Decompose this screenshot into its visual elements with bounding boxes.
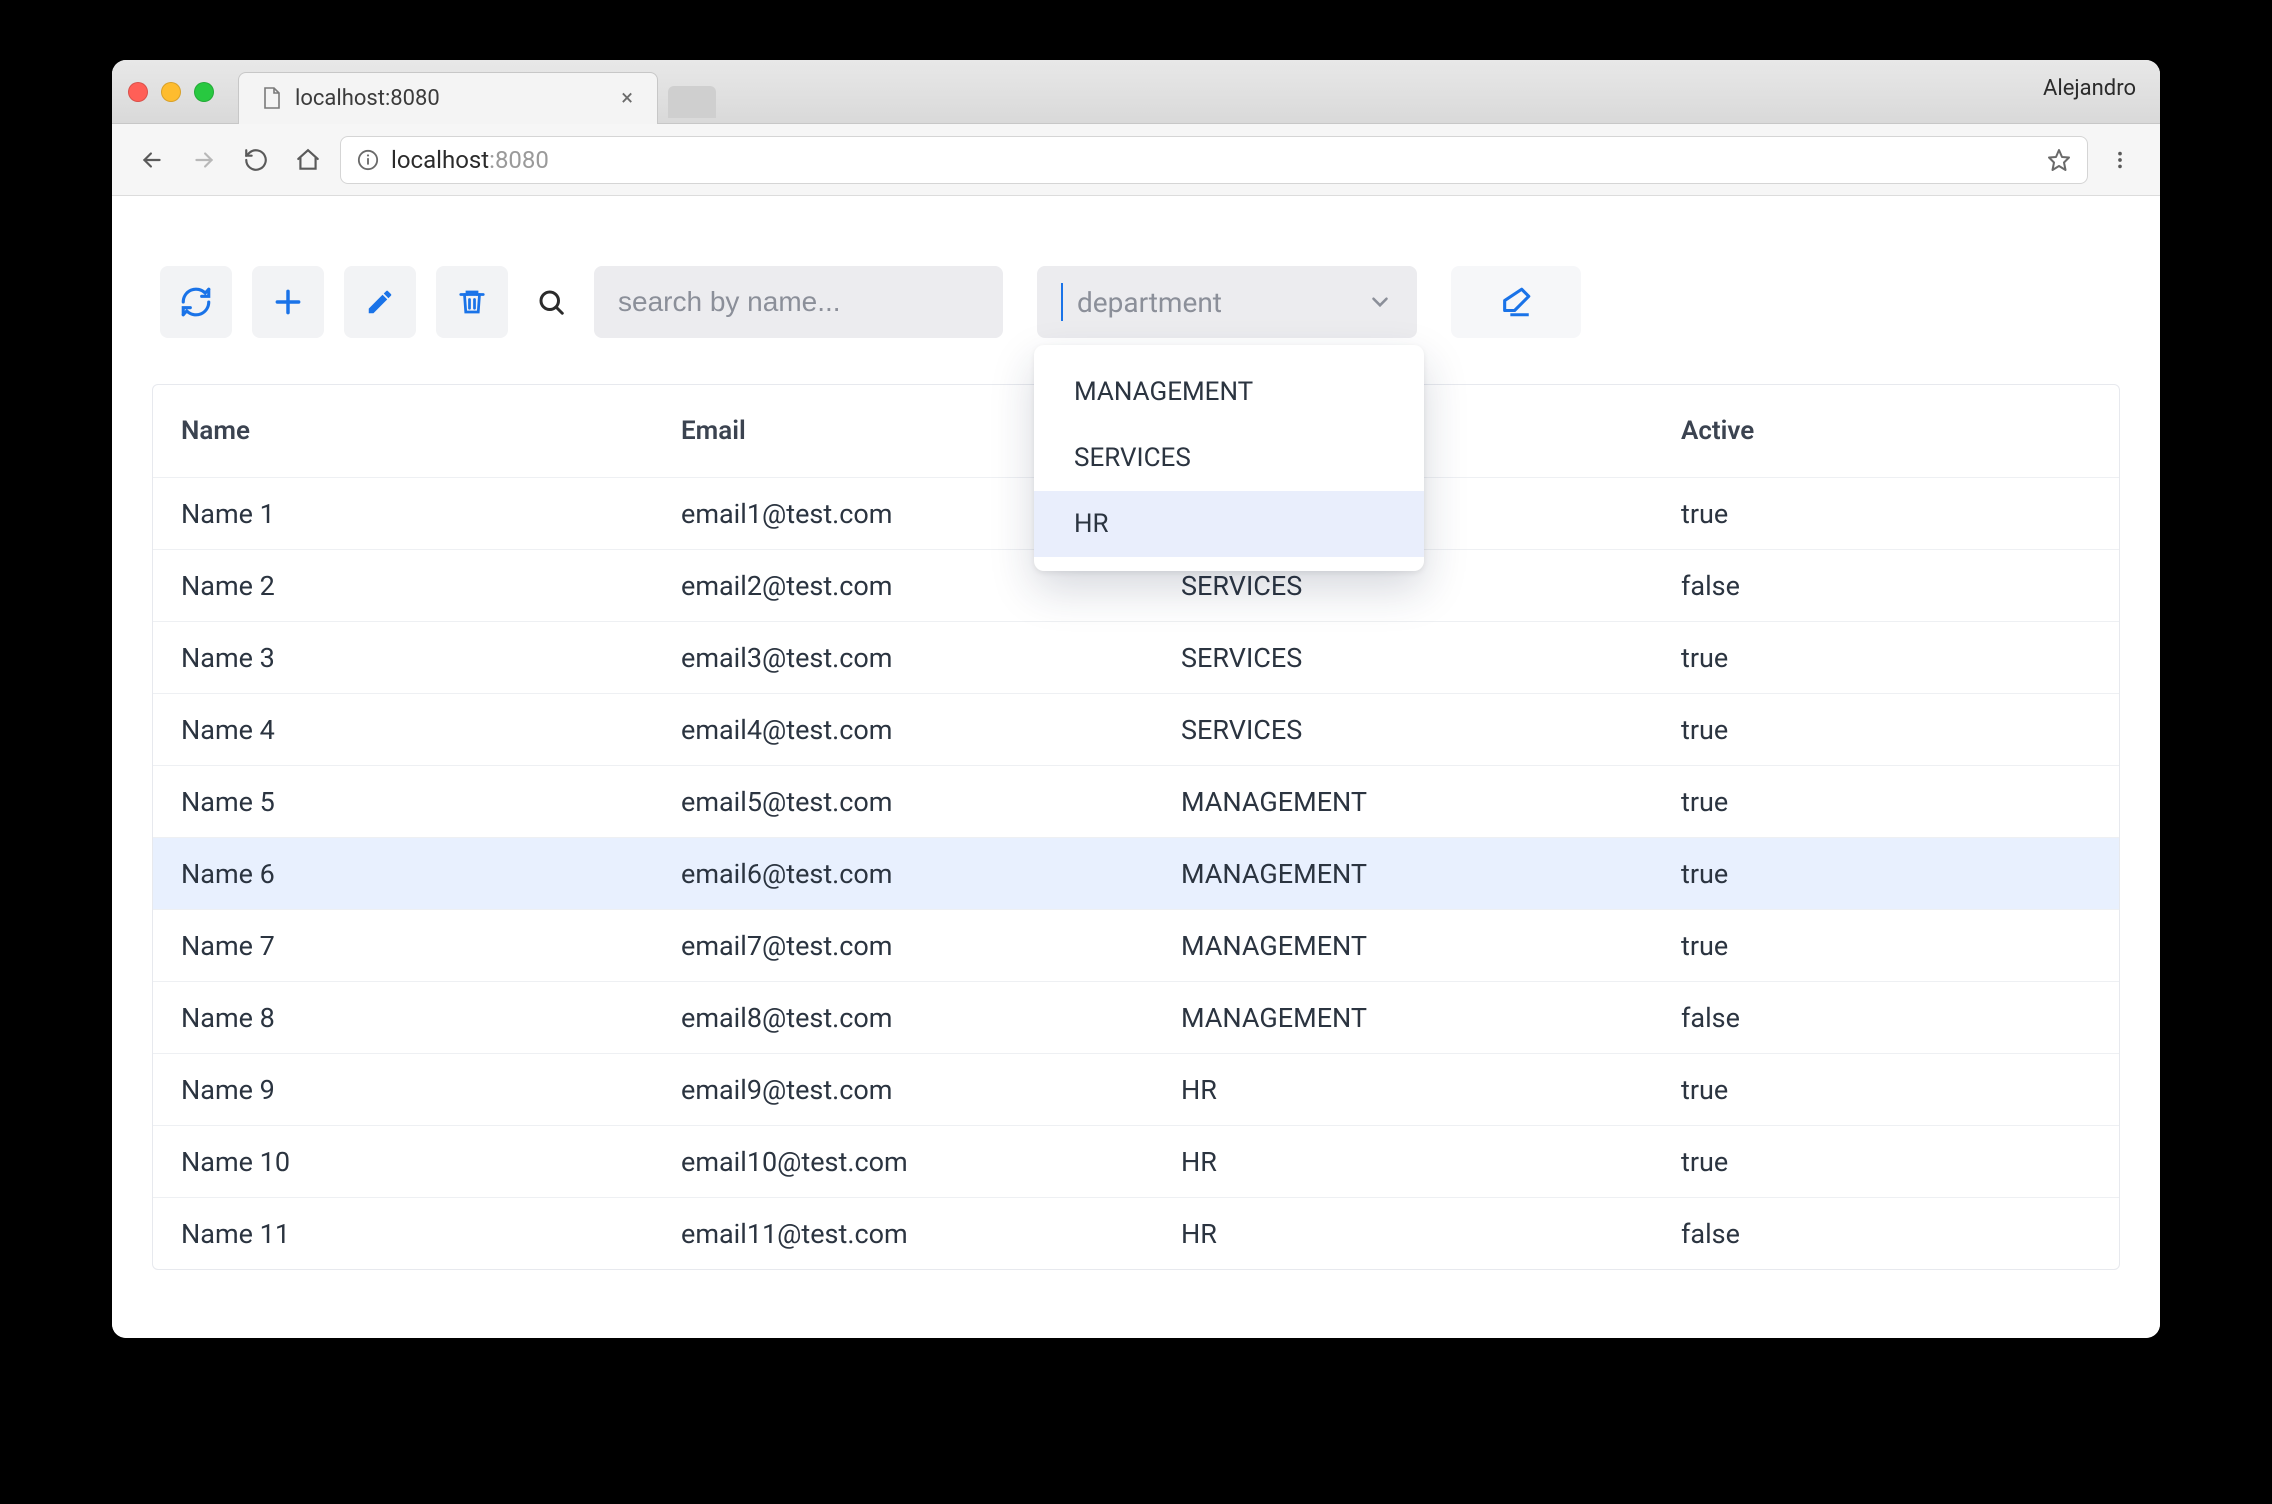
col-name[interactable]: Name (173, 416, 673, 446)
close-tab-button[interactable]: × (615, 86, 639, 111)
new-tab-button[interactable] (668, 86, 716, 118)
table-row[interactable]: Name 11email11@test.comHRfalse (153, 1197, 2119, 1269)
maximize-window-button[interactable] (194, 82, 214, 102)
home-button[interactable] (288, 140, 328, 180)
department-option[interactable]: SERVICES (1034, 425, 1424, 491)
page-content: department MANAGEMENTSERVICESHR Name Ema… (112, 196, 2160, 1338)
minimize-window-button[interactable] (161, 82, 181, 102)
cell-email: email2@test.com (673, 570, 1173, 602)
cell-department: SERVICES (1173, 570, 1673, 602)
cell-name: Name 10 (173, 1146, 673, 1178)
search-icon (528, 266, 574, 338)
cell-department: MANAGEMENT (1173, 786, 1673, 818)
cell-email: email6@test.com (673, 858, 1173, 890)
refresh-button[interactable] (160, 266, 232, 338)
cell-email: email3@test.com (673, 642, 1173, 674)
close-window-button[interactable] (128, 82, 148, 102)
table-row[interactable]: Name 6email6@test.comMANAGEMENTtrue (153, 837, 2119, 909)
url-text: localhost:8080 (391, 146, 549, 174)
file-icon (261, 87, 283, 109)
department-option[interactable]: HR (1034, 491, 1424, 557)
cell-active: true (1673, 642, 2099, 674)
cell-active: true (1673, 1146, 2099, 1178)
clear-filters-button[interactable] (1451, 266, 1581, 338)
cell-email: email5@test.com (673, 786, 1173, 818)
reload-button[interactable] (236, 140, 276, 180)
cell-name: Name 7 (173, 930, 673, 962)
cell-email: email7@test.com (673, 930, 1173, 962)
table-row[interactable]: Name 4email4@test.comSERVICEStrue (153, 693, 2119, 765)
cell-active: true (1673, 786, 2099, 818)
cell-email: email8@test.com (673, 1002, 1173, 1034)
cell-department: SERVICES (1173, 714, 1673, 746)
table-row[interactable]: Name 5email5@test.comMANAGEMENTtrue (153, 765, 2119, 837)
table-row[interactable]: Name 10email10@test.comHRtrue (153, 1125, 2119, 1197)
navbar: localhost:8080 (112, 124, 2160, 196)
cell-department: MANAGEMENT (1173, 1002, 1673, 1034)
window-controls (128, 82, 214, 102)
table-row[interactable]: Name 9email9@test.comHRtrue (153, 1053, 2119, 1125)
search-input[interactable] (618, 286, 979, 318)
table-row[interactable]: Name 7email7@test.comMANAGEMENTtrue (153, 909, 2119, 981)
search-input-wrapper[interactable] (594, 266, 1003, 338)
cell-active: true (1673, 714, 2099, 746)
browser-tab[interactable]: localhost:8080 × (238, 72, 658, 124)
address-bar[interactable]: localhost:8080 (340, 136, 2088, 184)
cell-active: false (1673, 1002, 2099, 1034)
edit-button[interactable] (344, 266, 416, 338)
site-info-icon[interactable] (357, 149, 379, 171)
cell-department: HR (1173, 1074, 1673, 1106)
cell-active: true (1673, 1074, 2099, 1106)
toolbar: department MANAGEMENTSERVICESHR (152, 266, 2120, 338)
cell-department: HR (1173, 1146, 1673, 1178)
cell-email: email10@test.com (673, 1146, 1173, 1178)
cell-name: Name 2 (173, 570, 673, 602)
cell-name: Name 9 (173, 1074, 673, 1106)
cell-email: email11@test.com (673, 1218, 1173, 1250)
profile-label[interactable]: Alejandro (2043, 76, 2136, 101)
cell-name: Name 3 (173, 642, 673, 674)
cell-active: true (1673, 930, 2099, 962)
cell-active: false (1673, 570, 2099, 602)
bookmark-icon[interactable] (2047, 148, 2071, 172)
department-placeholder: department (1077, 286, 1355, 319)
text-cursor (1061, 283, 1063, 321)
col-active[interactable]: Active (1673, 416, 2099, 446)
cell-department: MANAGEMENT (1173, 858, 1673, 890)
cell-name: Name 4 (173, 714, 673, 746)
cell-name: Name 5 (173, 786, 673, 818)
table-row[interactable]: Name 8email8@test.comMANAGEMENTfalse (153, 981, 2119, 1053)
chevron-down-icon (1367, 289, 1393, 315)
back-button[interactable] (132, 140, 172, 180)
cell-department: MANAGEMENT (1173, 930, 1673, 962)
cell-email: email4@test.com (673, 714, 1173, 746)
cell-active: false (1673, 1218, 2099, 1250)
cell-department: HR (1173, 1218, 1673, 1250)
cell-active: true (1673, 858, 2099, 890)
add-button[interactable] (252, 266, 324, 338)
forward-button[interactable] (184, 140, 224, 180)
url-host: localhost (391, 146, 489, 174)
cell-active: true (1673, 498, 2099, 530)
titlebar: localhost:8080 × Alejandro (112, 60, 2160, 124)
department-select[interactable]: department MANAGEMENTSERVICESHR (1037, 266, 1417, 338)
browser-menu-button[interactable] (2100, 140, 2140, 180)
cell-department: SERVICES (1173, 642, 1673, 674)
cell-name: Name 6 (173, 858, 673, 890)
department-option[interactable]: MANAGEMENT (1034, 359, 1424, 425)
browser-window: localhost:8080 × Alejandro localhost:808… (112, 60, 2160, 1338)
cell-email: email9@test.com (673, 1074, 1173, 1106)
cell-name: Name 11 (173, 1218, 673, 1250)
cell-name: Name 8 (173, 1002, 673, 1034)
table-row[interactable]: Name 3email3@test.comSERVICEStrue (153, 621, 2119, 693)
cell-name: Name 1 (173, 498, 673, 530)
department-dropdown: MANAGEMENTSERVICESHR (1034, 345, 1424, 571)
delete-button[interactable] (436, 266, 508, 338)
url-port: :8080 (489, 146, 549, 174)
tab-title: localhost:8080 (295, 86, 603, 111)
